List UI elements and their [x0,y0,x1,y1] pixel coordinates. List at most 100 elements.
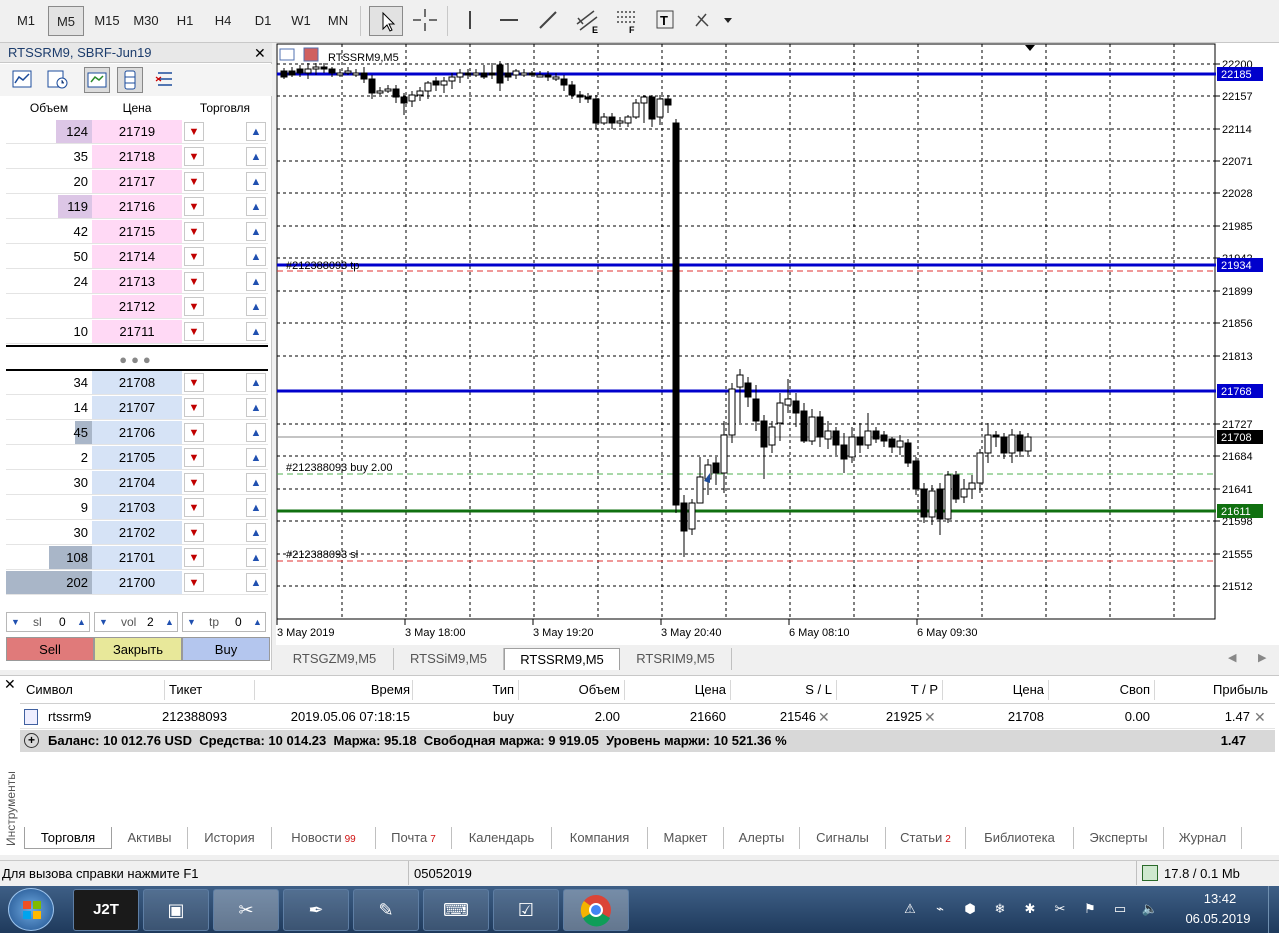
buy-limit-button[interactable]: ▲ [246,247,266,266]
network-device-icon[interactable]: ⌁ [930,899,950,919]
sell-limit-button[interactable]: ▼ [184,272,204,291]
volume-icon[interactable]: 🔈 [1140,899,1160,919]
buy-limit-button[interactable]: ▲ [246,322,266,341]
row-price[interactable]: 21708 [92,371,182,394]
equidistant-channel-icon[interactable]: E [570,6,604,36]
close-icon[interactable]: ✕ [254,45,266,62]
tab-3[interactable]: Новости 99 [272,827,376,849]
sell-limit-button[interactable]: ▼ [184,197,204,216]
tab-scroll-right-icon[interactable]: ▶ [1258,651,1266,664]
close-position-button[interactable]: Закрыть [94,637,182,661]
tab-11[interactable]: Библиотека [966,827,1074,849]
sell-limit-button[interactable]: ▼ [184,373,204,392]
buy-limit-button[interactable]: ▲ [246,122,266,141]
tp-value[interactable]: 0 [235,613,242,631]
timeframe-mn-button[interactable]: MN [324,6,352,36]
row-price[interactable]: 21707 [92,396,182,419]
row-price[interactable]: 21717 [92,170,182,193]
bluetooth-icon[interactable]: ✱ [1020,899,1040,919]
row-price[interactable]: 21711 [92,320,182,343]
sell-limit-button[interactable]: ▼ [184,222,204,241]
sell-limit-button[interactable]: ▼ [184,172,204,191]
row-price[interactable]: 21700 [92,571,182,594]
position-sl[interactable]: 21546 [730,707,816,727]
tab-4[interactable]: Почта 7 [376,827,452,849]
close-icon[interactable]: ✕ [4,676,16,693]
buy-limit-button[interactable]: ▲ [246,373,266,392]
row-price[interactable]: 21713 [92,270,182,293]
timeframe-m30-button[interactable]: M30 [128,6,164,36]
row-price[interactable]: 21718 [92,145,182,168]
timeframe-m1-button[interactable]: M1 [8,6,44,36]
buy-limit-button[interactable]: ▲ [246,423,266,442]
col-price[interactable]: Цена [624,680,726,700]
timeframe-w1-button[interactable]: W1 [286,6,316,36]
tab-0[interactable]: Торговля [24,827,112,849]
clipboard-icon[interactable]: ✂ [1050,899,1070,919]
timeframe-h4-button[interactable]: H4 [208,6,238,36]
security-alert-icon[interactable]: ⚠ [900,899,920,919]
sell-limit-button[interactable]: ▼ [184,398,204,417]
timeframe-m5-button[interactable]: M5 [48,6,84,36]
sell-limit-button[interactable]: ▼ [184,122,204,141]
clock-date[interactable]: 06.05.2019 [1176,911,1260,926]
col-type[interactable]: Тип [412,680,514,700]
chrome-app-button[interactable] [563,889,629,931]
sell-limit-button[interactable]: ▼ [184,322,204,341]
buy-limit-button[interactable]: ▲ [246,523,266,542]
row-price[interactable]: 21715 [92,220,182,243]
close-position-icon[interactable]: ✕ [1254,709,1266,726]
col-time[interactable]: Время [254,680,410,700]
row-price[interactable]: 21716 [92,195,182,218]
settings-list-icon[interactable] [152,67,178,93]
sell-limit-button[interactable]: ▼ [184,247,204,266]
sell-limit-button[interactable]: ▼ [184,523,204,542]
notepad-app-button[interactable]: ✎ [353,889,419,931]
tab-10[interactable]: Статьи 2 [886,827,966,849]
buy-limit-button[interactable]: ▲ [246,498,266,517]
tp-stepper[interactable]: ▼ tp 0 ▲ [182,612,266,632]
control-panel-app-button[interactable]: ▣ [143,889,209,931]
tab-scroll-left-icon[interactable]: ◀ [1228,651,1236,664]
row-price[interactable]: 21706 [92,421,182,444]
tab-13[interactable]: Журнал [1164,827,1242,849]
tab-chart-3[interactable]: RTSSRM9,M5 [504,648,620,670]
col-cur-price[interactable]: Цена [942,680,1044,700]
connection-icon[interactable] [1142,865,1158,881]
volume-stepper[interactable]: ▼ vol 2 ▲ [94,612,178,632]
cursor-icon[interactable] [369,6,403,36]
col-volume[interactable]: Объем [518,680,620,700]
chevron-down-icon[interactable]: ▼ [11,613,20,631]
sell-limit-button[interactable]: ▼ [184,573,204,592]
chart-canvas[interactable]: #212388093 tp #212388093 buy 2.00 #21238… [276,43,1279,645]
buy-limit-button[interactable]: ▲ [246,573,266,592]
buy-limit-button[interactable]: ▲ [246,297,266,316]
buy-limit-button[interactable]: ▲ [246,172,266,191]
sell-limit-button[interactable]: ▼ [184,147,204,166]
expand-icon[interactable]: + [24,733,39,748]
feather-app-button[interactable]: ✒ [283,889,349,931]
remove-tp-icon[interactable]: ✕ [924,709,936,726]
chevron-up-icon[interactable]: ▲ [165,613,174,631]
buy-limit-button[interactable]: ▲ [246,473,266,492]
text-icon[interactable]: T [648,6,682,36]
row-price[interactable]: 21702 [92,521,182,544]
row-price[interactable]: 21704 [92,471,182,494]
col-symbol[interactable]: Символ [26,680,73,700]
sl-stepper[interactable]: ▼ sl 0 ▲ [6,612,90,632]
fibonacci-icon[interactable]: F [609,6,643,36]
tab-2[interactable]: История [188,827,272,849]
snowflake-icon[interactable]: ❄ [990,899,1010,919]
chevron-down-icon[interactable]: ▼ [187,613,196,631]
remove-sl-icon[interactable]: ✕ [818,709,830,726]
dom-more-separator[interactable]: ●●● [6,345,268,371]
sell-limit-button[interactable]: ▼ [184,297,204,316]
flag-icon[interactable]: ⚑ [1080,899,1100,919]
row-price[interactable]: 21703 [92,496,182,519]
tab-12[interactable]: Эксперты [1074,827,1164,849]
depth-columns-icon[interactable] [117,67,143,93]
chevron-up-icon[interactable]: ▲ [253,613,262,631]
col-swap[interactable]: Своп [1048,680,1150,700]
sell-limit-button[interactable]: ▼ [184,448,204,467]
tab-9[interactable]: Сигналы [800,827,886,849]
